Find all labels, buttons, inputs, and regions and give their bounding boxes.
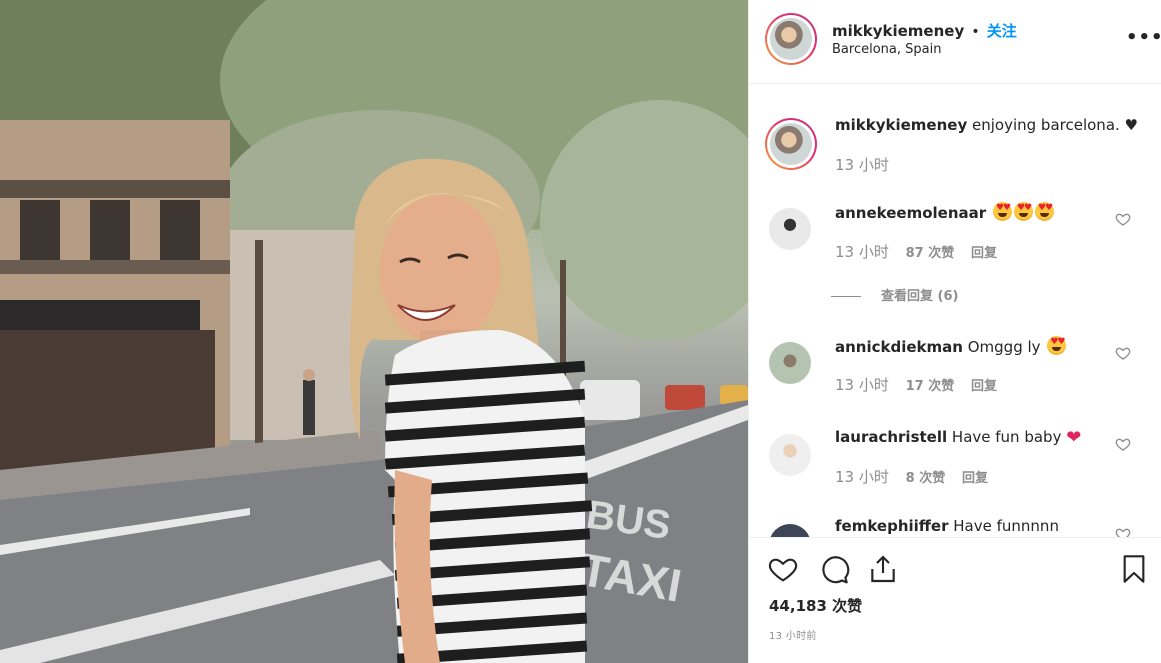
commenter-avatar[interactable] [769, 434, 811, 476]
comment-line: annekeemolenaar [835, 202, 1054, 222]
post-photo[interactable]: BUS TAXI [0, 0, 748, 663]
header-avatar[interactable] [765, 13, 817, 65]
comments-list[interactable]: mikkykiemeney enjoying barcelona. ♥ 13 小… [749, 84, 1161, 537]
comment-username[interactable]: annickdiekman [835, 338, 963, 356]
more-options-icon[interactable]: ••• [1126, 28, 1161, 48]
comment-icon[interactable] [818, 553, 850, 585]
post-photo-illustration: BUS TAXI [0, 0, 748, 663]
like-comment-heart-icon[interactable] [1115, 211, 1131, 227]
heart-eyes-emoji-icon [992, 202, 1012, 221]
comment-line: annickdiekman Omggg ly [835, 336, 1067, 356]
post-likes-count[interactable]: 44,183 次赞 [769, 595, 862, 616]
comment-text: Have fun baby [951, 428, 1062, 446]
location-link[interactable]: Barcelona, Spain [832, 42, 941, 57]
comment-text: Have funnnnn [953, 517, 1059, 535]
comment-username[interactable]: femkephiiffer [835, 517, 949, 535]
reply-button[interactable]: 回复 [971, 246, 997, 261]
follow-button[interactable]: 关注 [987, 22, 1017, 40]
comment-line: laurachristell Have fun baby ❤ [835, 427, 1081, 448]
red-heart-emoji-icon: ❤ [1066, 427, 1082, 448]
comment-time[interactable]: 13 小时 [835, 376, 889, 394]
caption-line: mikkykiemeney enjoying barcelona. ♥ [835, 116, 1138, 134]
post-header: mikkykiemeney • 关注 Barcelona, Spain ••• [749, 0, 1161, 84]
share-icon[interactable] [867, 553, 899, 585]
comment-meta: 13 小时 17 次赞 回复 [835, 374, 1009, 395]
like-comment-heart-icon[interactable] [1115, 345, 1131, 361]
view-replies-link[interactable]: 查看回复 (6) [831, 285, 958, 304]
commenter-avatar[interactable] [769, 208, 811, 250]
comment-time[interactable]: 13 小时 [835, 243, 889, 261]
header-separator: • [971, 24, 980, 40]
caption-meta: 13 小时 [835, 154, 901, 175]
heart-icon[interactable] [767, 553, 799, 585]
comment-meta: 13 小时 87 次赞 回复 [835, 241, 1009, 262]
header-username[interactable]: mikkykiemeney [832, 22, 964, 40]
comment-line: femkephiiffer Have funnnnn [835, 517, 1059, 535]
commenter-avatar[interactable] [769, 342, 811, 384]
comment-likes[interactable]: 17 次赞 [906, 379, 955, 394]
heart-eyes-emoji-icon [1013, 202, 1033, 221]
heart-eyes-emoji-icon [1034, 202, 1054, 221]
post-timestamp[interactable]: 13 小时前 [769, 627, 817, 642]
caption-text: enjoying barcelona. ♥ [972, 116, 1138, 134]
like-comment-heart-icon[interactable] [1115, 526, 1131, 537]
header-title-line: mikkykiemeney • 关注 [832, 20, 1017, 41]
bookmark-icon[interactable] [1118, 553, 1150, 585]
reply-button[interactable]: 回复 [971, 379, 997, 394]
comment-username[interactable]: laurachristell [835, 428, 947, 446]
post-side-panel: mikkykiemeney • 关注 Barcelona, Spain ••• … [748, 0, 1161, 663]
comment-likes[interactable]: 87 次赞 [906, 246, 955, 261]
reply-button[interactable]: 回复 [962, 471, 988, 486]
commenter-avatar[interactable] [769, 524, 811, 537]
post-actions: 44,183 次赞 13 小时前 [749, 537, 1161, 663]
caption-username[interactable]: mikkykiemeney [835, 116, 967, 134]
caption-time[interactable]: 13 小时 [835, 156, 889, 174]
comment-time[interactable]: 13 小时 [835, 468, 889, 486]
comment-text: Omggg ly [967, 338, 1041, 356]
comment-likes[interactable]: 8 次赞 [906, 471, 946, 486]
caption-avatar[interactable] [765, 118, 817, 170]
comment-meta: 13 小时 8 次赞 回复 [835, 466, 1000, 487]
heart-eyes-emoji-icon [1047, 336, 1067, 355]
comment-username[interactable]: annekeemolenaar [835, 204, 986, 222]
like-comment-heart-icon[interactable] [1115, 436, 1131, 452]
